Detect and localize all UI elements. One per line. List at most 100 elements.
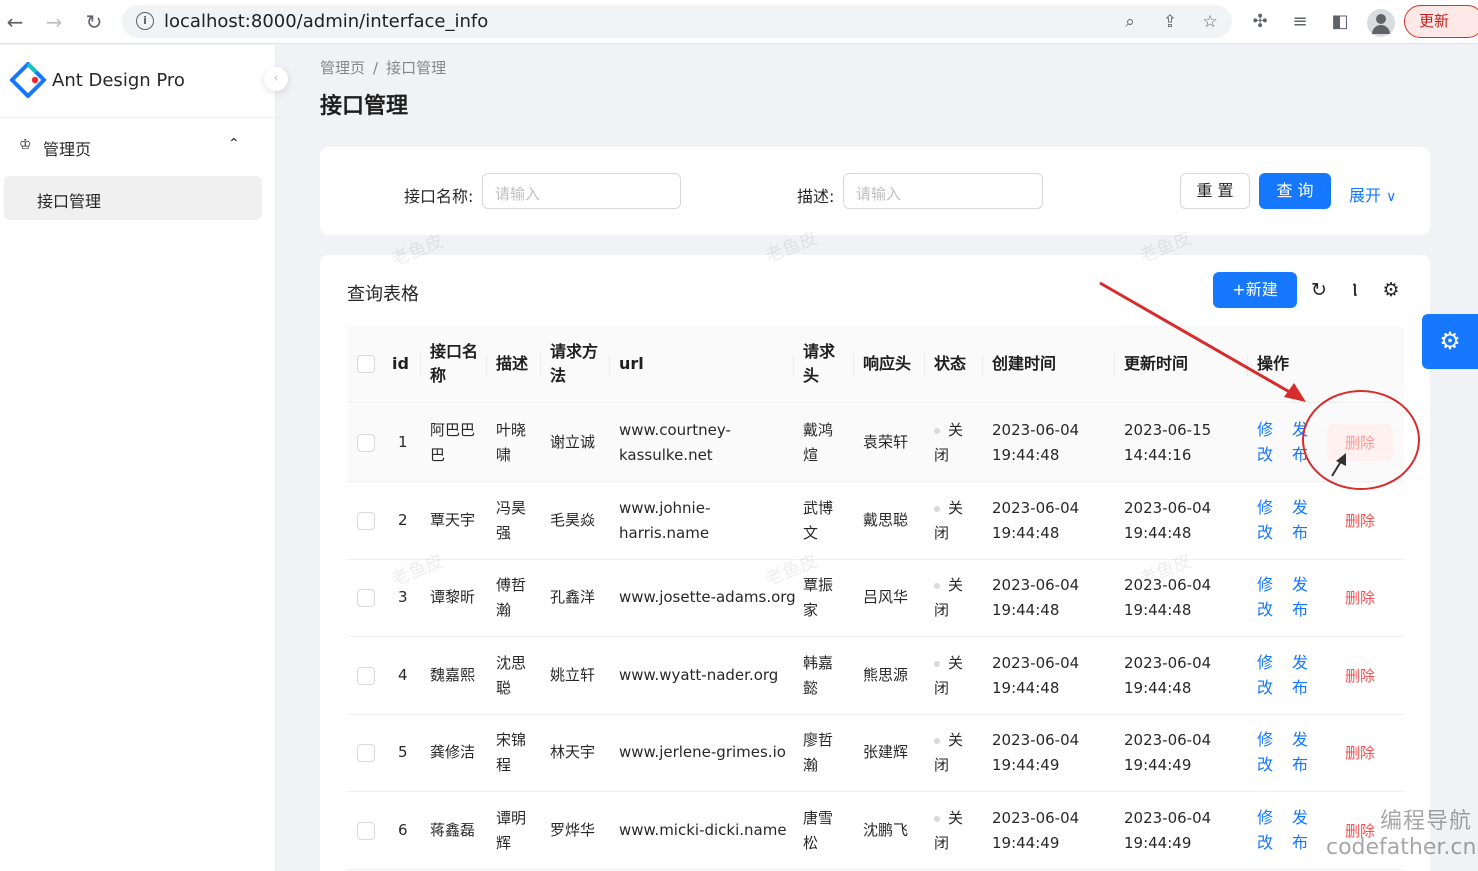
new-label: 新建 [1245,280,1278,299]
cell-url: www.wyatt-nader.org [619,666,779,684]
table-row: 2 覃天宇 冯昊强 毛昊焱 www.johnie-harris.name 武博文 戴思聪 关闭… [347,482,1404,560]
publish-link[interactable]: 发布 [1292,727,1308,777]
refresh-icon[interactable]: ↻ [1308,279,1330,301]
publish-link[interactable]: 发布 [1292,495,1308,545]
row-checkbox[interactable] [357,667,375,685]
plus-icon: + [1232,280,1246,299]
column-desc: 描述 [496,354,529,373]
publish-link[interactable]: 发布 [1292,805,1308,855]
column-setting-icon[interactable]: ⚙ [1380,279,1402,301]
breadcrumb-root[interactable]: 管理页 [320,59,365,77]
sidebar-group-label: 管理页 [43,140,92,159]
cell-updated: 2023-06-04 19:44:48 [1124,654,1212,697]
row-checkbox[interactable] [357,512,375,530]
side-panel-icon[interactable]: ◧ [1328,10,1352,34]
app-name[interactable]: Ant Design Pro [52,70,185,91]
desc-input[interactable]: 请输入 [843,173,1043,209]
cell-desc: 沈思聪 [496,654,527,697]
density-icon[interactable]: Ⲓ [1344,279,1366,301]
delete-link[interactable]: 删除 [1345,665,1375,686]
edit-link[interactable]: 修改 [1257,805,1273,855]
cell-method: 罗烨华 [550,821,596,839]
select-all-checkbox[interactable] [357,355,375,373]
edit-link[interactable]: 修改 [1257,495,1273,545]
delete-link[interactable]: 删除 [1345,587,1375,608]
cell-updated: 2023-06-04 19:44:48 [1124,576,1212,619]
delete-link[interactable]: 删除 [1327,424,1394,461]
table-title: 查询表格 [347,284,419,305]
column-method: 请求方法 [550,342,599,385]
breadcrumb: 管理页 / 接口管理 [320,59,447,77]
cell-created: 2023-06-04 19:44:48 [992,421,1080,464]
ant-design-logo-icon [10,62,46,98]
cell-updated: 2023-06-04 19:44:48 [1124,499,1212,542]
cell-status: 关闭 [934,499,964,542]
publish-link[interactable]: 发布 [1292,650,1308,700]
table-row: 4 魏嘉熙 沈思聪 姚立轩 www.wyatt-nader.org 韩嘉懿 熊思源 关闭 202… [347,637,1404,715]
extensions-icon[interactable]: ✣ [1248,10,1272,34]
cell-name: 魏嘉熙 [430,666,476,684]
cell-url: www.jerlene-grimes.io [619,743,786,761]
column-status[interactable]: 状态 [934,352,966,376]
zoom-icon[interactable]: ⌕ [1119,11,1141,33]
site-info-icon[interactable]: i [136,12,154,30]
query-button[interactable]: 查 询 [1259,173,1331,209]
cell-id: 3 [398,588,408,606]
cell-created: 2023-06-04 19:44:48 [992,499,1080,542]
profile-avatar[interactable] [1367,9,1395,37]
setting-drawer-gear-icon[interactable]: ⚙ [1422,314,1478,369]
share-icon[interactable]: ⇪ [1159,11,1181,33]
site-brand-cn: 编程导航 [1380,809,1473,834]
address-url[interactable]: localhost:8000/admin/interface_info [164,11,488,32]
row-checkbox[interactable] [357,822,375,840]
name-input[interactable]: 请输入 [482,173,681,209]
address-bar[interactable]: i localhost:8000/admin/interface_info ⌕ … [122,5,1232,38]
cell-name: 龚修洁 [430,743,476,761]
status-dot [934,660,940,667]
edit-link[interactable]: 修改 [1257,572,1273,622]
row-checkbox[interactable] [357,434,375,452]
publish-link[interactable]: 发布 [1292,417,1308,467]
edit-link[interactable]: 修改 [1257,417,1273,467]
sidebar-group-admin[interactable]: ♔ 管理页 ⌃ [0,127,275,165]
chevron-up-icon: ⌃ [228,136,240,152]
reset-button[interactable]: 重 置 [1180,173,1250,209]
media-list-icon[interactable]: ≡ [1288,10,1312,34]
new-button[interactable]: +新建 [1213,272,1297,308]
forward-icon[interactable]: → [41,9,67,35]
cell-created: 2023-06-04 19:44:49 [992,809,1080,852]
publish-link[interactable]: 发布 [1292,572,1308,622]
cell-desc: 傅哲瀚 [496,576,527,619]
edit-link[interactable]: 修改 [1257,650,1273,700]
row-checkbox[interactable] [357,744,375,762]
cell-url: www.johnie-harris.name [619,499,711,542]
delete-link[interactable]: 删除 [1345,742,1375,763]
cell-name: 蒋鑫磊 [430,821,476,839]
edit-link[interactable]: 修改 [1257,727,1273,777]
cell-method: 姚立轩 [550,666,596,684]
expand-link[interactable]: 展开 ∨ [1349,182,1396,206]
bookmark-star-icon[interactable]: ☆ [1199,11,1221,33]
cell-desc: 谭明辉 [496,809,527,852]
column-name[interactable]: 接口名称 [430,340,478,388]
cell-url: www.courtney-kassulke.net [619,421,731,464]
update-button[interactable]: 更新 [1404,5,1478,38]
cell-request-header: 廖哲瀚 [803,731,834,774]
sidebar-item-label: 接口管理 [37,192,102,211]
row-checkbox[interactable] [357,589,375,607]
delete-link[interactable]: 删除 [1345,510,1375,531]
cell-method: 谢立诚 [550,433,596,451]
collapse-sidebar-icon[interactable]: ‹ [264,67,288,91]
column-url: url [619,354,644,373]
cell-response-header: 沈鹏飞 [863,821,909,839]
cell-url: www.josette-adams.org [619,588,796,606]
back-icon[interactable]: ← [2,9,28,35]
cell-id: 6 [398,821,408,839]
desc-field-label: 描述: [797,187,835,206]
browser-toolbar: ← → ↻ i localhost:8000/admin/interface_i… [0,0,1478,44]
cell-status: 关闭 [934,731,964,774]
sidebar-item-interface[interactable]: 接口管理 [4,176,262,220]
table-row: 6 蒋鑫磊 谭明辉 罗烨华 www.micki-dicki.name 唐雪松 沈鹏飞 关闭 20… [347,792,1404,870]
reload-icon[interactable]: ↻ [81,9,107,35]
cell-request-header: 戴鸿煊 [803,421,834,464]
